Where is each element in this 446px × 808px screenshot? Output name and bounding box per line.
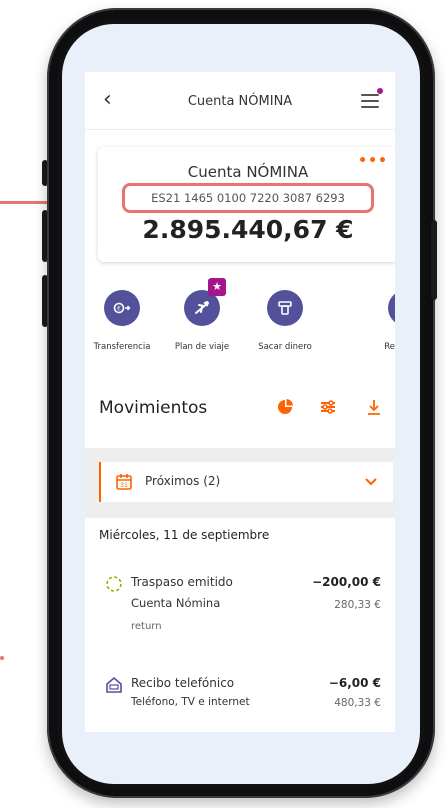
action-label: Sacar dinero (258, 342, 312, 352)
action-label: Reci (384, 342, 395, 352)
movement-balance: 480,33 € (334, 697, 381, 709)
receipt-icon (388, 290, 395, 326)
page-title: Cuenta NÓMINA (187, 94, 293, 109)
account-card[interactable]: ••• Cuenta NÓMINA ES21 1465 0100 7220 30… (98, 147, 395, 262)
house-icon (105, 676, 123, 698)
action-receipts[interactable]: Reci (342, 290, 395, 352)
iban-highlighted: ES21 1465 0100 7220 3087 6293 (122, 183, 374, 213)
pie-chart-icon[interactable] (275, 397, 295, 417)
movement-amount: −200,00 € (312, 575, 381, 589)
movement-name: Recibo telefónico (131, 676, 235, 690)
movement-amount: −6,00 € (328, 676, 381, 690)
action-label: Transferencia (93, 342, 151, 352)
chevron-down-icon (363, 474, 379, 494)
star-badge-icon: ★ (208, 278, 226, 296)
action-travel-plan[interactable]: ★ Plan de viaje (161, 278, 243, 352)
pending-circle-icon (105, 575, 123, 597)
action-transfer[interactable]: € Transferencia (85, 290, 163, 352)
account-name: Cuenta NÓMINA (187, 163, 309, 181)
movement-subtitle: Teléfono, TV e internet (131, 696, 250, 708)
upcoming-section: 31 Próximos (2) (85, 448, 395, 518)
date-heading: Miércoles, 11 de septiembre (99, 528, 270, 542)
movement-subtitle: Cuenta Nómina (131, 596, 221, 610)
svg-text:€: € (117, 306, 121, 313)
notification-dot (377, 88, 383, 94)
movement-balance: 280,33 € (334, 599, 381, 611)
action-label: Plan de viaje (174, 342, 230, 352)
hamburger-menu-icon[interactable] (361, 88, 383, 108)
upcoming-label: Próximos (2) (145, 474, 221, 488)
quick-actions: € Transferencia ★ Plan de viaje Sacar di… (85, 278, 395, 360)
upcoming-toggle[interactable]: 31 Próximos (2) (99, 462, 393, 502)
account-balance: 2.895.440,67 € (142, 215, 354, 244)
app-view: ‹ Cuenta NÓMINA ••• Cuenta NÓMINA ES21 1… (85, 72, 395, 732)
filter-sliders-icon[interactable] (318, 397, 338, 417)
stage: ‹ Cuenta NÓMINA ••• Cuenta NÓMINA ES21 1… (0, 0, 446, 808)
atm-icon (267, 290, 303, 326)
calendar-icon: 31 (115, 473, 133, 495)
movements-header: Movimientos (85, 390, 395, 426)
annotation-dot (0, 656, 4, 660)
movements-title: Movimientos (99, 398, 208, 418)
transfer-icon: € (104, 290, 140, 326)
power-button (431, 220, 437, 300)
movement-note: return (131, 621, 162, 632)
movement-name: Traspaso emitido (131, 575, 233, 589)
download-icon[interactable] (364, 397, 384, 417)
top-bar: ‹ Cuenta NÓMINA (85, 72, 395, 130)
action-withdraw[interactable]: Sacar dinero (244, 290, 326, 352)
svg-text:31: 31 (120, 482, 128, 489)
